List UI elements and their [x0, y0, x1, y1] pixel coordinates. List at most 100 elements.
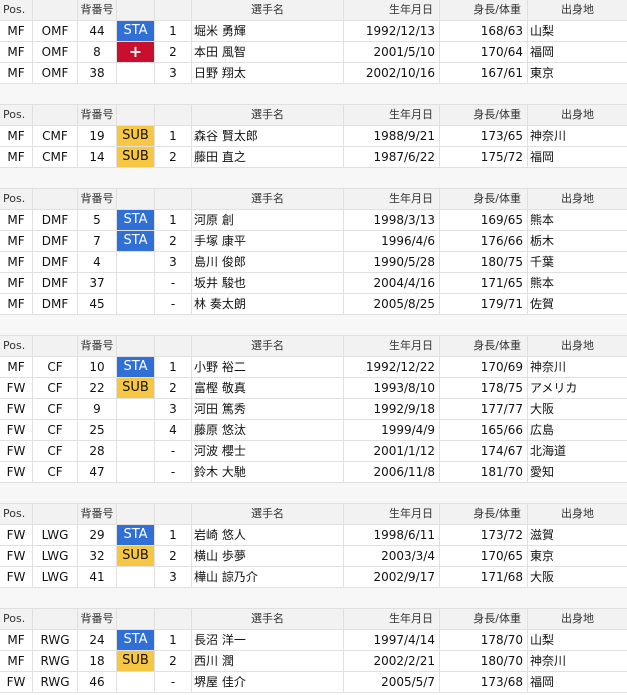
player-name[interactable]: 長沼 洋一: [192, 630, 344, 650]
player-dob: 2005/5/7: [344, 672, 440, 692]
table-row[interactable]: MF CF 10 STA 1 小野 裕二 1992/12/22 170/69 神…: [0, 357, 627, 378]
player-name[interactable]: 横山 歩夢: [192, 546, 344, 566]
player-number: 25: [78, 420, 117, 440]
header-number: 背番号: [78, 609, 117, 629]
player-dob: 1990/5/28: [344, 252, 440, 272]
table-row[interactable]: MF DMF 5 STA 1 河原 創 1998/3/13 169/65 熊本: [0, 210, 627, 231]
table-row[interactable]: FW LWG 32 SUB 2 横山 歩夢 2003/3/4 170/65 東京: [0, 546, 627, 567]
player-hometown: 熊本: [530, 213, 555, 227]
player-name[interactable]: 西川 潤: [192, 651, 344, 671]
player-name[interactable]: 林 奏太朗: [192, 294, 344, 314]
player-name[interactable]: 本田 風智: [192, 42, 344, 62]
player-name[interactable]: 手塚 康平: [192, 231, 344, 251]
substitute-badge: SUB: [117, 126, 154, 146]
header-order: [155, 0, 192, 20]
player-name[interactable]: 藤田 直之: [192, 147, 344, 167]
player-number: 4: [78, 252, 117, 272]
player-height-weight: 176/66: [440, 231, 528, 251]
table-row[interactable]: MF OMF 38 3 日野 翔太 2002/10/16 167/61 東京: [0, 63, 627, 84]
header-order: [155, 336, 192, 356]
player-order: 2: [155, 651, 192, 671]
player-status: STA: [117, 525, 155, 545]
header-pos: Pos.: [0, 189, 33, 209]
header-status: [117, 609, 155, 629]
player-name[interactable]: 樺山 諒乃介: [192, 567, 344, 587]
header-pos: Pos.: [0, 609, 33, 629]
player-name[interactable]: 島川 俊郎: [192, 252, 344, 272]
player-hometown: 広島: [530, 423, 555, 437]
player-order: 2: [155, 546, 192, 566]
player-order: 3: [155, 567, 192, 587]
table-row[interactable]: MF RWG 18 SUB 2 西川 潤 2002/2/21 180/70 神奈…: [0, 651, 627, 672]
player-number: 32: [78, 546, 117, 566]
player-order: 3: [155, 63, 192, 83]
player-name[interactable]: 堺屋 佳介: [192, 672, 344, 692]
player-hometown: 神奈川: [530, 129, 567, 143]
player-name[interactable]: 河原 創: [192, 210, 344, 230]
header-name: 選手名: [192, 504, 344, 524]
table-row[interactable]: FW LWG 41 3 樺山 諒乃介 2002/9/17 171/68 大阪: [0, 567, 627, 588]
table-row[interactable]: MF DMF 7 STA 2 手塚 康平 1996/4/6 176/66 栃木: [0, 231, 627, 252]
player-position: FW: [0, 399, 33, 419]
player-name[interactable]: 森谷 賢太郎: [192, 126, 344, 146]
player-name[interactable]: 堀米 勇輝: [192, 21, 344, 41]
player-status: [117, 672, 155, 692]
table-row[interactable]: FW CF 25 4 藤原 悠汰 1999/4/9 165/66 広島: [0, 420, 627, 441]
header-pos: Pos.: [0, 0, 33, 20]
header-status: [117, 504, 155, 524]
player-name[interactable]: 小野 裕二: [192, 357, 344, 377]
player-status: STA: [117, 357, 155, 377]
player-height-weight: 178/75: [440, 378, 528, 398]
player-name[interactable]: 日野 翔太: [192, 63, 344, 83]
substitute-badge: SUB: [117, 546, 154, 566]
player-role: DMF: [33, 210, 78, 230]
player-name[interactable]: 岩崎 悠人: [192, 525, 344, 545]
table-row[interactable]: FW CF 28 - 河波 櫻士 2001/1/12 174/67 北海道: [0, 441, 627, 462]
player-hometown: 栃木: [530, 234, 555, 248]
player-role: OMF: [33, 63, 78, 83]
player-name[interactable]: 坂井 駿也: [192, 273, 344, 293]
player-role: CF: [33, 420, 78, 440]
table-row[interactable]: MF DMF 45 - 林 奏太朗 2005/8/25 179/71 佐賀: [0, 294, 627, 315]
table-row[interactable]: FW CF 47 - 鈴木 大馳 2006/11/8 181/70 愛知: [0, 462, 627, 483]
table-row[interactable]: FW CF 9 3 河田 篤秀 1992/9/18 177/77 大阪: [0, 399, 627, 420]
table-row[interactable]: MF OMF 44 STA 1 堀米 勇輝 1992/12/13 168/63 …: [0, 21, 627, 42]
table-row[interactable]: FW RWG 46 - 堺屋 佳介 2005/5/7 173/68 福岡: [0, 672, 627, 693]
table-row[interactable]: MF DMF 37 - 坂井 駿也 2004/4/16 171/65 熊本: [0, 273, 627, 294]
table-row[interactable]: MF RWG 24 STA 1 長沼 洋一 1997/4/14 178/70 山…: [0, 630, 627, 651]
player-number: 47: [78, 462, 117, 482]
player-name[interactable]: 河田 篤秀: [192, 399, 344, 419]
table-row[interactable]: MF CMF 19 SUB 1 森谷 賢太郎 1988/9/21 173/65 …: [0, 126, 627, 147]
table-row[interactable]: FW CF 22 SUB 2 富樫 敬真 1993/8/10 178/75 アメ…: [0, 378, 627, 399]
table-row[interactable]: MF OMF 8 + 2 本田 風智 2001/5/10 170/64 福岡: [0, 42, 627, 63]
player-position: MF: [0, 126, 33, 146]
player-position: MF: [0, 273, 33, 293]
player-hometown: 熊本: [530, 276, 555, 290]
player-number: 8: [78, 42, 117, 62]
player-role: DMF: [33, 252, 78, 272]
player-name[interactable]: 鈴木 大馳: [192, 462, 344, 482]
player-role: LWG: [33, 567, 78, 587]
player-name[interactable]: 河波 櫻士: [192, 441, 344, 461]
header-height-weight: 身長/体重: [440, 336, 528, 356]
player-role: DMF: [33, 294, 78, 314]
player-height-weight: 167/61: [440, 63, 528, 83]
player-status: STA: [117, 630, 155, 650]
player-number: 28: [78, 441, 117, 461]
player-role: OMF: [33, 21, 78, 41]
player-name[interactable]: 藤原 悠汰: [192, 420, 344, 440]
player-number: 10: [78, 357, 117, 377]
table-row[interactable]: FW LWG 29 STA 1 岩崎 悠人 1998/6/11 173/72 滋…: [0, 525, 627, 546]
header-dob: 生年月日: [344, 0, 440, 20]
substitute-badge: SUB: [117, 378, 154, 398]
table-row[interactable]: MF CMF 14 SUB 2 藤田 直之 1987/6/22 175/72 福…: [0, 147, 627, 168]
player-name[interactable]: 富樫 敬真: [192, 378, 344, 398]
player-hometown: 東京: [530, 549, 555, 563]
table-row[interactable]: MF DMF 4 3 島川 俊郎 1990/5/28 180/75 千葉: [0, 252, 627, 273]
player-height-weight: 173/65: [440, 126, 528, 146]
player-order: -: [155, 672, 192, 692]
player-dob: 1998/6/11: [344, 525, 440, 545]
header-order: [155, 189, 192, 209]
player-status: [117, 273, 155, 293]
player-hometown: 愛知: [530, 465, 555, 479]
